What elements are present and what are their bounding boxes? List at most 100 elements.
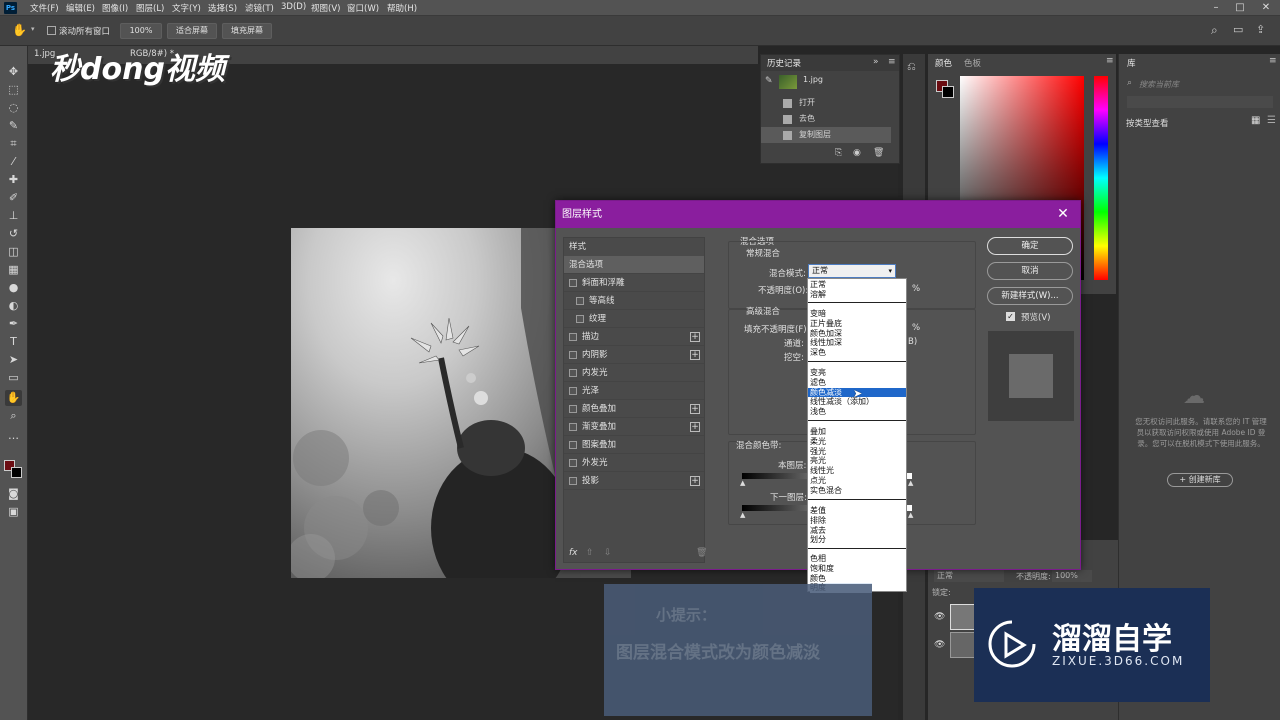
layer-thumbnail[interactable] [950,604,976,630]
visibility-eye-icon[interactable]: 👁 [934,640,945,650]
style-checkbox[interactable] [569,405,577,413]
new-style-button[interactable]: 新建样式(W)... [987,287,1073,305]
blend-option[interactable]: 线性加深 [810,338,842,348]
move-tool-icon[interactable]: ✥ [5,64,22,80]
quick-mask-icon[interactable]: ◙ [5,486,22,502]
blend-option[interactable]: 亮光 [810,456,826,466]
type-tool-icon[interactable]: T [5,334,22,350]
style-checkbox[interactable] [569,387,577,395]
style-item-blending-options[interactable]: 混合选项 [564,256,704,274]
style-checkbox[interactable] [569,279,577,287]
blend-option[interactable]: 强光 [810,447,826,457]
style-item-inner-glow[interactable]: 内发光 [564,364,704,382]
fill-screen-button[interactable]: 填充屏幕 [222,23,272,39]
panel-menu-icon[interactable]: ≡ [1106,56,1114,66]
menu-3d[interactable]: 3D(D) [281,2,306,12]
snapshot-brush-icon[interactable]: ✎ [765,76,773,86]
move-down-icon[interactable]: ⇩ [604,548,612,558]
slider-handle-white-icon[interactable]: ▲ [908,479,913,487]
blend-option[interactable]: 正常 [810,280,826,290]
blend-option[interactable]: 实色混合 [810,486,842,496]
fx-icon[interactable]: fx [569,548,578,558]
maximize-icon[interactable]: □ [1232,1,1248,15]
trash-icon[interactable]: 🗑 [696,548,707,558]
history-step-current[interactable]: 复制图层 [761,127,891,143]
ok-button[interactable]: 确定 [987,237,1073,255]
history-step[interactable]: 打开 [761,95,891,111]
menu-filter[interactable]: 滤镜(T) [245,2,274,14]
close-window-icon[interactable]: ✕ [1258,1,1274,15]
share-icon[interactable]: ⇪ [1256,23,1265,36]
close-icon[interactable]: ✕ [1054,205,1072,223]
pen-tool-icon[interactable]: ✒ [5,316,22,332]
libraries-title[interactable]: 库 [1127,57,1136,69]
lasso-tool-icon[interactable]: ◌ [5,100,22,116]
style-item-color-overlay[interactable]: 颜色叠加 + [564,400,704,418]
eraser-tool-icon[interactable]: ◫ [5,244,22,260]
style-item-outer-glow[interactable]: 外发光 [564,454,704,472]
add-effect-icon[interactable]: + [690,404,700,414]
blend-option[interactable]: 变亮 [810,368,826,378]
slider-handle-black-icon[interactable]: ▲ [740,511,745,519]
more-tools-icon[interactable]: … [5,428,22,444]
screen-mode-icon[interactable]: ▣ [5,504,22,520]
menu-layer[interactable]: 图层(L) [136,2,164,14]
blur-tool-icon[interactable]: ● [5,280,22,296]
menu-edit[interactable]: 编辑(E) [66,2,95,14]
style-item-satin[interactable]: 光泽 [564,382,704,400]
new-document-from-state-icon[interactable]: ⎘ [835,148,842,158]
style-checkbox[interactable] [576,315,584,323]
style-checkbox[interactable] [569,477,577,485]
menu-file[interactable]: 文件(F) [30,2,59,14]
style-item-texture[interactable]: 纹理 [564,310,704,328]
cancel-button[interactable]: 取消 [987,262,1073,280]
search-icon[interactable]: ⌕ [1211,23,1218,38]
add-effect-icon[interactable]: + [690,422,700,432]
shape-tool-icon[interactable]: ▭ [5,370,22,386]
style-checkbox[interactable] [569,423,577,431]
fit-screen-button[interactable]: 适合屏幕 [167,23,217,39]
collapse-icon[interactable]: » [873,57,879,67]
hand-tool-icon[interactable]: ✋ [12,23,27,37]
minimize-icon[interactable]: – [1208,1,1224,15]
blend-option[interactable]: 点光 [810,476,826,486]
create-library-button[interactable]: + 创建新库 [1167,473,1233,487]
style-item-contour[interactable]: 等高线 [564,292,704,310]
preview-checkbox[interactable]: ✓ [1006,312,1015,321]
blend-option[interactable]: 溶解 [810,290,826,300]
color-tab[interactable]: 颜色 [935,57,952,69]
style-item-gradient-overlay[interactable]: 渐变叠加 + [564,418,704,436]
blend-option[interactable]: 叠加 [810,427,826,437]
hue-slider[interactable] [1094,76,1108,280]
slider-handle-black-icon[interactable]: ▲ [740,479,745,487]
background-color-chip[interactable] [942,86,954,98]
add-effect-icon[interactable]: + [690,332,700,342]
layer-thumbnail[interactable] [950,632,976,658]
snapshot-label[interactable]: 1.jpg [803,75,823,84]
hand-tool-icon[interactable]: ✋ [5,390,22,406]
blend-option[interactable]: 线性减淡（添加） [810,397,874,407]
dodge-tool-icon[interactable]: ◐ [5,298,22,314]
library-select[interactable] [1127,96,1273,108]
view-by-type-dropdown[interactable]: 按类型查看 [1126,117,1169,129]
gradient-tool-icon[interactable]: ▦ [5,262,22,278]
style-item-drop-shadow[interactable]: 投影 + [564,472,704,490]
layer-blend-mode-select[interactable]: 正常 [934,570,1004,582]
blend-option[interactable]: 正片叠底 [810,319,842,329]
blend-option[interactable]: 滤色 [810,378,826,388]
blend-option[interactable]: 减去 [810,526,826,536]
move-up-icon[interactable]: ⇧ [586,548,594,558]
blend-option[interactable]: 颜色 [810,574,826,584]
quick-select-tool-icon[interactable]: ✎ [5,118,22,134]
history-panel-icon[interactable]: ⎌ [907,60,916,74]
grid-view-icon[interactable]: ▦ [1251,115,1260,126]
panel-menu-icon[interactable]: ≡ [1269,56,1277,66]
healing-tool-icon[interactable]: ✚ [5,172,22,188]
menu-type[interactable]: 文字(Y) [172,2,201,14]
menu-image[interactable]: 图像(I) [102,2,128,14]
scroll-all-checkbox[interactable] [47,26,56,35]
history-panel-title[interactable]: 历史记录 [767,57,801,69]
clone-stamp-tool-icon[interactable]: ⊥ [5,208,22,224]
style-checkbox[interactable] [569,459,577,467]
style-item-stroke[interactable]: 描边 + [564,328,704,346]
